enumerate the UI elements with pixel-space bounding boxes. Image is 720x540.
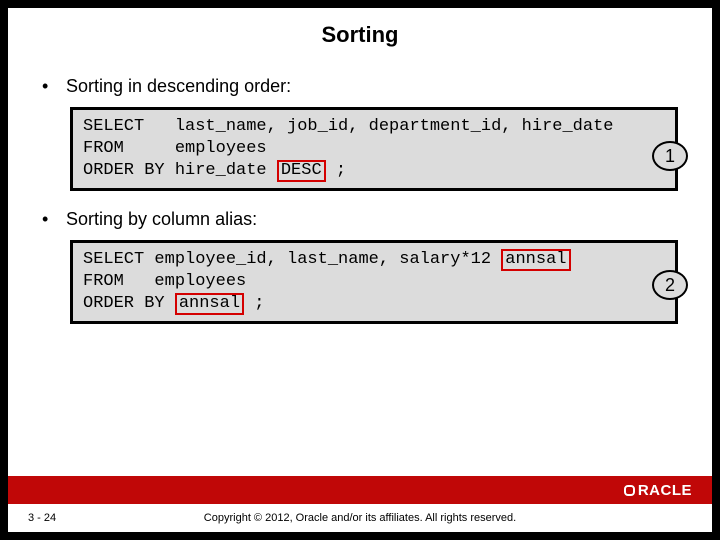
- copyright-text: Copyright © 2012, Oracle and/or its affi…: [108, 512, 612, 524]
- slide-body: • Sorting in descending order: SELECT la…: [8, 76, 712, 324]
- bullet-item: • Sorting in descending order:: [42, 76, 678, 97]
- slide: Sorting • Sorting in descending order: S…: [8, 8, 712, 532]
- code-line: ORDER BY hire_date: [83, 161, 277, 180]
- bullet-text: Sorting in descending order:: [66, 76, 291, 97]
- code-line: ;: [326, 161, 346, 180]
- bullet-item: • Sorting by column alias:: [42, 209, 678, 230]
- code-line: SELECT last_name, job_id, department_id,…: [83, 117, 614, 136]
- highlight-alias: annsal: [501, 249, 570, 271]
- oracle-logo: RACLE: [624, 482, 692, 499]
- oracle-o-icon: [624, 485, 635, 496]
- code-line: ;: [244, 294, 264, 313]
- bullet-dot: •: [42, 209, 66, 230]
- bullet-text: Sorting by column alias:: [66, 209, 257, 230]
- callout-badge-1: 1: [652, 141, 688, 171]
- callout-badge-2: 2: [652, 270, 688, 300]
- code-line: FROM employees: [83, 272, 246, 291]
- oracle-logo-text: RACLE: [638, 482, 692, 499]
- code-example-2: SELECT employee_id, last_name, salary*12…: [70, 240, 678, 324]
- footer-line: 3 - 24 Copyright © 2012, Oracle and/or i…: [8, 504, 712, 532]
- bullet-dot: •: [42, 76, 66, 97]
- highlight-alias: annsal: [175, 293, 244, 315]
- slide-title: Sorting: [8, 22, 712, 48]
- code-example-1: SELECT last_name, job_id, department_id,…: [70, 107, 678, 191]
- page-number: 3 - 24: [28, 512, 108, 524]
- brand-bar: RACLE: [8, 476, 712, 504]
- code-line: FROM employees: [83, 139, 267, 158]
- code-line: SELECT employee_id, last_name, salary*12: [83, 250, 501, 269]
- code-line: ORDER BY: [83, 294, 175, 313]
- code-block: SELECT employee_id, last_name, salary*12…: [70, 240, 678, 324]
- highlight-desc: DESC: [277, 160, 326, 182]
- code-block: SELECT last_name, job_id, department_id,…: [70, 107, 678, 191]
- slide-footer: RACLE 3 - 24 Copyright © 2012, Oracle an…: [8, 476, 712, 532]
